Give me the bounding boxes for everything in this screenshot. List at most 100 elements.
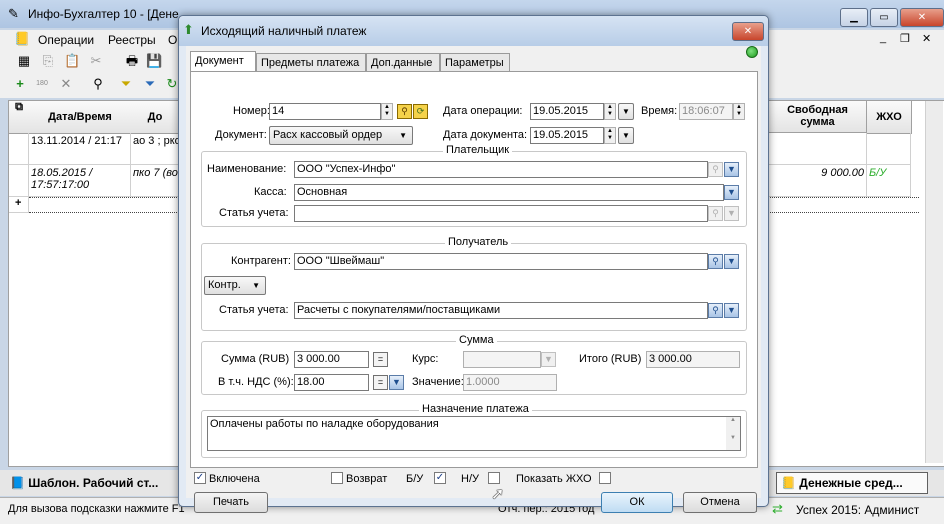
- vat-select-button[interactable]: ▼: [389, 375, 404, 390]
- new-row[interactable]: +: [9, 197, 29, 213]
- table-row[interactable]: [9, 133, 29, 165]
- vertical-scrollbar[interactable]: [925, 101, 943, 463]
- taskbar-money-tab[interactable]: 📒 Денежные сред...: [776, 472, 928, 494]
- delete-icon[interactable]: ✕: [58, 76, 74, 92]
- grid-header-doc[interactable]: До: [131, 101, 180, 134]
- op-date-spinner[interactable]: ▲ ▼: [604, 103, 616, 120]
- money-icon: 📒: [781, 476, 800, 490]
- document-type-value: Расх кассовый ордер: [273, 129, 383, 141]
- payer-name-input[interactable]: ООО "Успех-Инфо": [294, 161, 708, 178]
- dialog-title: Исходящий наличный платеж: [201, 24, 367, 38]
- time-spinner[interactable]: ▲ ▼: [733, 103, 745, 120]
- contractor-search-icon[interactable]: ⚲: [708, 254, 723, 269]
- payer-article-select-button[interactable]: ▼: [724, 206, 739, 221]
- mdi-restore-icon[interactable]: ❐: [900, 32, 910, 45]
- cash-input[interactable]: Основная: [294, 184, 724, 201]
- value-input[interactable]: 1.0000: [463, 374, 557, 391]
- tab-parameters[interactable]: Параметры: [440, 53, 510, 71]
- vat-calculator-button[interactable]: =: [373, 375, 388, 390]
- sum-input[interactable]: 3 000.00: [294, 351, 369, 368]
- table-row[interactable]: [9, 165, 29, 197]
- grid-header-jho[interactable]: ЖХО: [867, 101, 912, 134]
- mdi-minimize-icon[interactable]: _: [880, 32, 886, 44]
- taskbar-template-tab[interactable]: 📘 Шаблон. Рабочий ст...: [10, 473, 170, 493]
- minimize-button[interactable]: ▁: [840, 8, 868, 27]
- contractor-input[interactable]: ООО "Швеймаш": [294, 253, 708, 270]
- purpose-textarea[interactable]: Оплачены работы по наладке оборудования …: [207, 416, 741, 451]
- maximize-button[interactable]: ▭: [870, 8, 898, 27]
- nu-checkbox[interactable]: [488, 472, 500, 484]
- number-spinner[interactable]: ▲ ▼: [381, 103, 393, 120]
- number-auto-button[interactable]: ⟳: [413, 104, 428, 119]
- op-date-calendar-button[interactable]: ▼: [618, 103, 634, 120]
- contractor-type-value: Контр.: [208, 279, 241, 291]
- print-button[interactable]: Печать: [194, 492, 268, 513]
- menu-registers[interactable]: Реестры: [108, 33, 156, 47]
- save-icon[interactable]: 💾: [146, 53, 162, 69]
- document-type-select[interactable]: Расх кассовый ордер ▼: [269, 126, 413, 145]
- counter-icon[interactable]: 180: [34, 76, 50, 92]
- recipient-article-select-button[interactable]: ▼: [724, 303, 739, 318]
- recipient-article-search-icon[interactable]: ⚲: [708, 303, 723, 318]
- tab-document[interactable]: Документ: [190, 51, 256, 71]
- recipient-article-label: Статья учета:: [219, 304, 289, 316]
- time-input[interactable]: 18:06:07: [679, 103, 733, 120]
- document-label: Документ:: [215, 129, 267, 141]
- grid-icon[interactable]: ▦: [16, 53, 32, 69]
- payer-article-input[interactable]: [294, 205, 708, 222]
- grid-header-date[interactable]: Дата/Время: [29, 101, 132, 134]
- main-close-button[interactable]: ✕: [900, 8, 944, 27]
- tab-payment-items[interactable]: Предметы платежа: [256, 53, 366, 71]
- op-date-label: Дата операции:: [443, 105, 523, 117]
- grid-header-icon[interactable]: ⧉: [9, 101, 30, 134]
- recipient-article-input[interactable]: Расчеты с покупателями/поставщиками: [294, 302, 708, 319]
- return-checkbox[interactable]: [331, 472, 343, 484]
- cash-select-button[interactable]: ▼: [724, 185, 739, 200]
- cut-icon[interactable]: ✂: [88, 53, 104, 69]
- rate-select-button[interactable]: ▼: [541, 352, 556, 367]
- row-sum: 9 000.00: [769, 165, 867, 197]
- number-label: Номер:: [233, 105, 270, 117]
- add-icon[interactable]: +: [12, 76, 28, 92]
- sum-calculator-button[interactable]: =: [373, 352, 388, 367]
- menu-other[interactable]: О: [168, 33, 177, 47]
- menu-operations[interactable]: Операции: [38, 33, 94, 47]
- dialog-close-button[interactable]: ✕: [732, 22, 764, 41]
- copy-icon[interactable]: ⎘: [40, 53, 56, 69]
- mdi-close-icon[interactable]: ✕: [922, 32, 931, 45]
- grid-header-free-sum[interactable]: Свободная сумма: [769, 101, 867, 133]
- rate-input[interactable]: [463, 351, 541, 368]
- payer-article-search-icon[interactable]: ⚲: [708, 206, 723, 221]
- cancel-button[interactable]: Отмена: [683, 492, 757, 513]
- payer-name-search-icon[interactable]: ⚲: [708, 162, 723, 177]
- ok-button[interactable]: ОК: [601, 492, 673, 513]
- sync-icon: ⇄: [772, 501, 783, 516]
- number-lookup-button[interactable]: ⚲: [397, 104, 412, 119]
- payer-name-select-button[interactable]: ▼: [724, 162, 739, 177]
- paste-icon[interactable]: 📋: [64, 53, 80, 69]
- dialog-title-bar[interactable]: ⬆ Исходящий наличный платеж ✕: [179, 16, 768, 46]
- print-icon[interactable]: 🖶: [124, 53, 140, 69]
- app-icon: ✎: [8, 6, 19, 21]
- outgoing-payment-dialog: ⬆ Исходящий наличный платеж ✕ Документ П…: [178, 15, 769, 513]
- filter-edit-icon[interactable]: ⏷: [142, 76, 158, 92]
- contractor-select-button[interactable]: ▼: [724, 254, 739, 269]
- bu-label: Б/У: [406, 473, 424, 485]
- vat-input[interactable]: 18.00: [294, 374, 369, 391]
- doc-date-spinner[interactable]: ▲ ▼: [604, 127, 616, 144]
- row-date: 13.11.2014 / 21:17: [29, 133, 131, 165]
- binoculars-icon[interactable]: ⚲: [90, 76, 106, 92]
- status-user: Успех 2015: Админист: [796, 503, 920, 517]
- bu-checkbox[interactable]: ✓: [434, 472, 446, 484]
- filter-icon[interactable]: ⏷: [118, 76, 134, 92]
- show-jho-checkbox[interactable]: [599, 472, 611, 484]
- doc-date-input[interactable]: 19.05.2015: [530, 127, 604, 144]
- purpose-scrollbar[interactable]: ▲ ▼: [726, 417, 740, 450]
- number-input[interactable]: 14: [269, 103, 381, 120]
- tab-additional-data[interactable]: Доп.данные: [366, 53, 440, 71]
- contractor-type-select[interactable]: Контр. ▼: [204, 276, 266, 295]
- mouse-cursor-icon: ➚: [491, 486, 505, 503]
- op-date-input[interactable]: 19.05.2015: [530, 103, 604, 120]
- doc-date-calendar-button[interactable]: ▼: [618, 127, 634, 144]
- enabled-checkbox[interactable]: ✓: [194, 472, 206, 484]
